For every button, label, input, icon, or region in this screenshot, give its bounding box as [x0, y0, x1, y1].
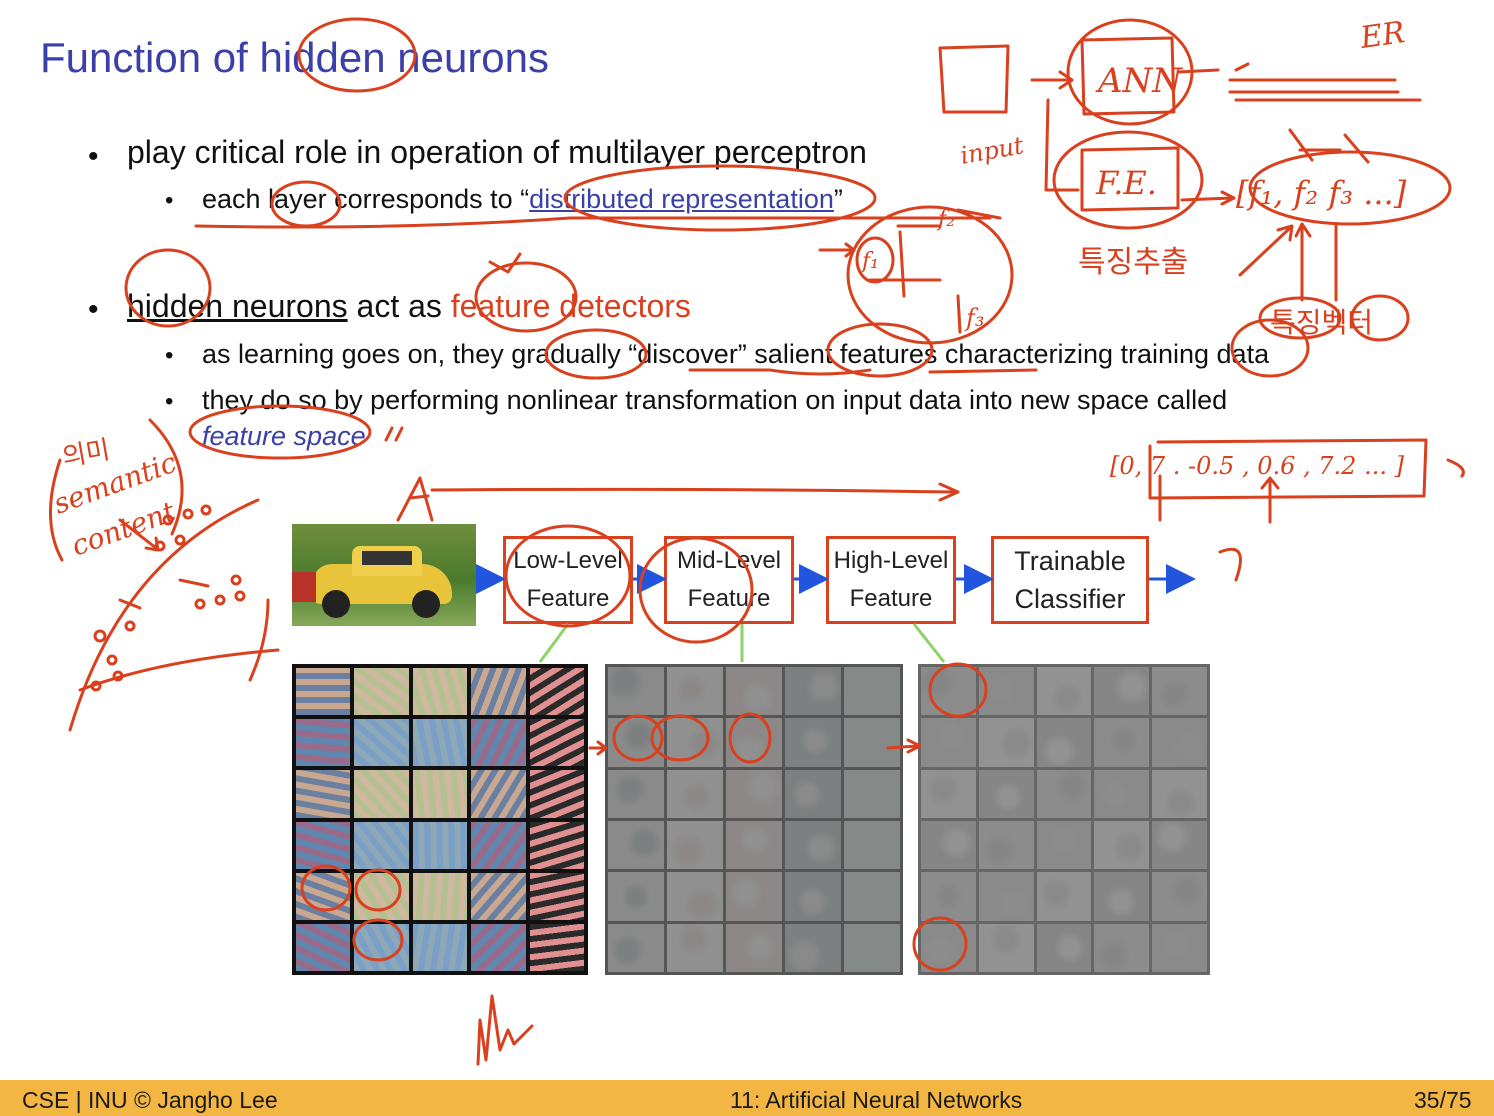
handwritten-text: ANN F.E. input ER [f₁, f₂ f₃ ...] 특징추출 특… — [49, 15, 1407, 563]
fe-note: F.E. — [1095, 164, 1157, 202]
footer-right: 35/75 — [1414, 1087, 1472, 1113]
vector-note: [0, 7 . -0.5 , 0.6 , 7.2 ... ] — [1110, 452, 1405, 480]
f2-note: f₂ — [936, 207, 955, 232]
semantic-note-1: 의미 — [60, 435, 112, 473]
korean-note-2: 특징벡터 — [1270, 306, 1373, 339]
er-note: ER — [1357, 15, 1407, 56]
footer-center: 11: Artificial Neural Networks — [730, 1087, 1023, 1113]
diagram-overlay: ANN F.E. input ER [f₁, f₂ f₃ ...] 특징추출 특… — [48, 15, 1465, 1066]
korean-note-1: 특징추출 — [1078, 245, 1188, 280]
ann-note: ANN — [1095, 61, 1183, 101]
input-note: input — [958, 131, 1026, 170]
f3-note: f₃ — [964, 304, 985, 332]
features-note: [f₁, f₂ f₃ ...] — [1236, 174, 1407, 212]
footer-left: CSE | INU © Jangho Lee — [22, 1087, 278, 1113]
f1-note: f₁ — [860, 249, 879, 274]
grid-connectors — [538, 623, 946, 663]
